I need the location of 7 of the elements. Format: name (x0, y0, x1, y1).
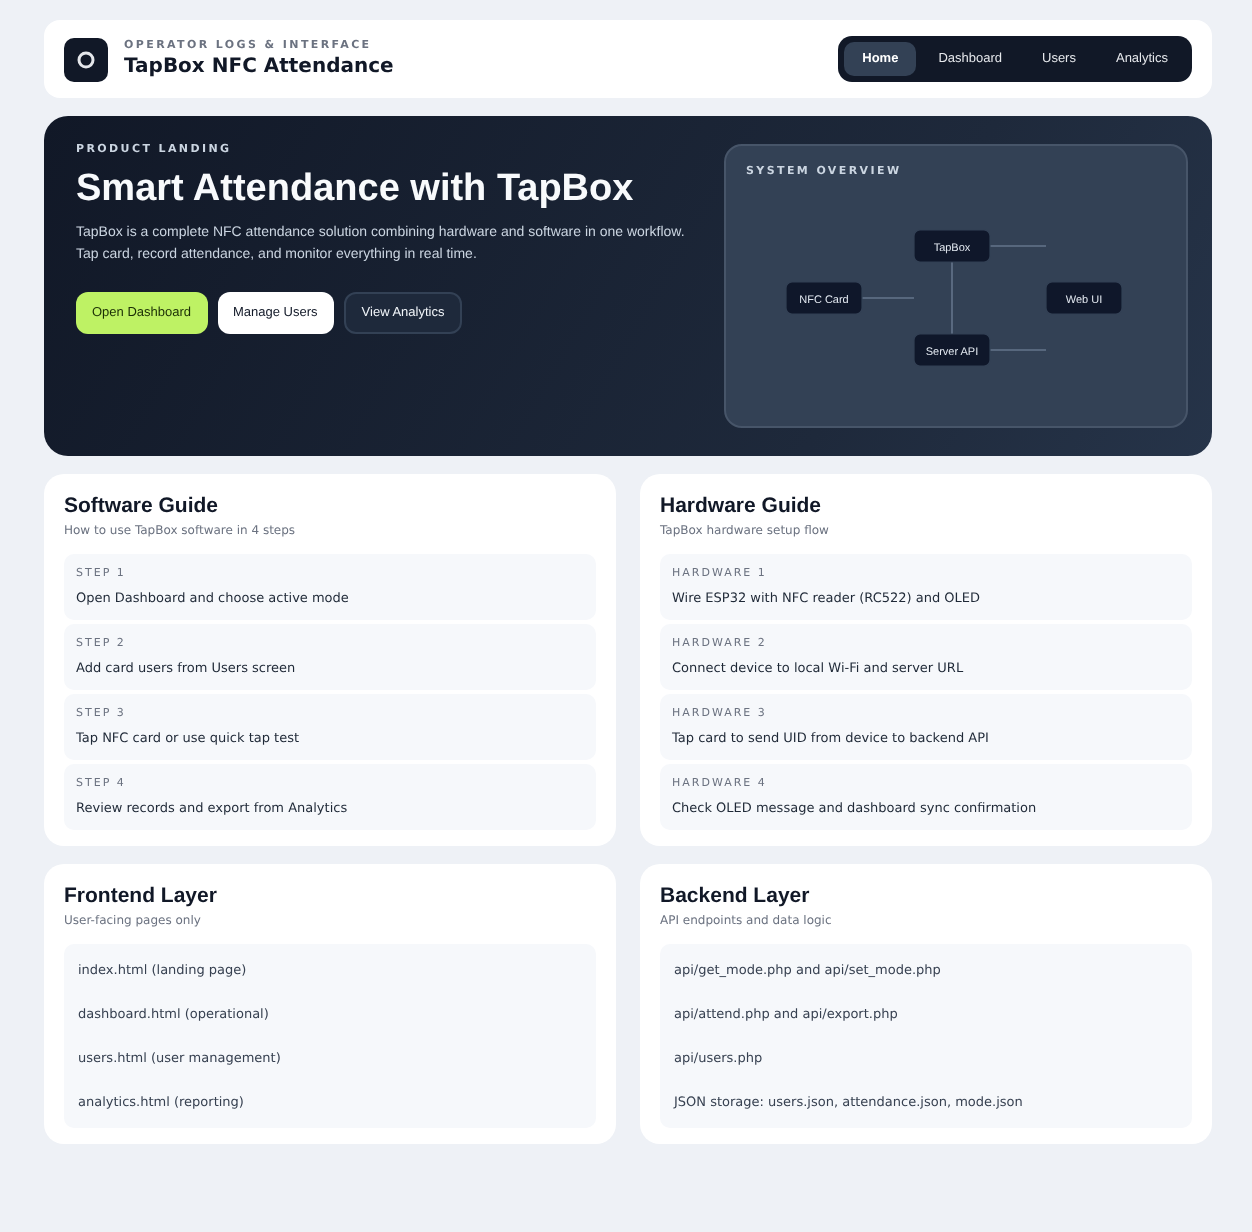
hero-title: Smart Attendance with TapBox (76, 168, 636, 212)
logo-icon (64, 37, 108, 81)
card-title: Frontend Layer (64, 884, 219, 908)
app-title: TapBox NFC Attendance (124, 56, 394, 78)
card-title: Hardware Guide (660, 494, 824, 518)
card-title: Software Guide (64, 494, 221, 518)
card-title: Backend Layer (660, 884, 812, 908)
